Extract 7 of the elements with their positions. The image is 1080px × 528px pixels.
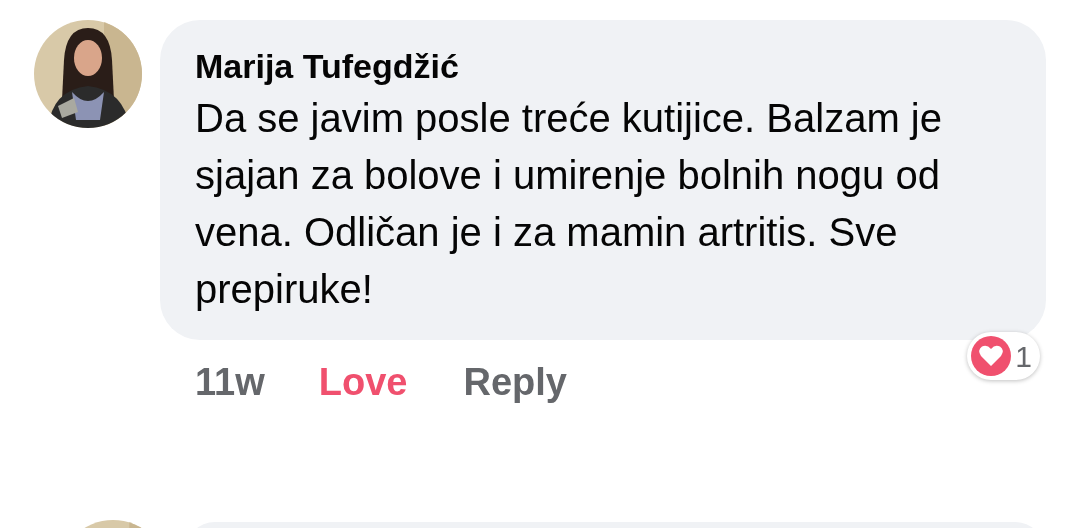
reply-button[interactable]: Reply bbox=[463, 353, 567, 411]
comment-text: Da se javim posle treće kutijice. Balzam je sjajan za bolove i umirenje bolnih nogu od vena. Odličan je i za mamin artritis. Sve prepiruke! bbox=[195, 95, 943, 313]
author-name[interactable]: Marija Tufegdžić bbox=[195, 44, 1006, 88]
reaction-count: 1 bbox=[1015, 338, 1032, 375]
comment-time: 11w bbox=[195, 359, 265, 405]
reaction-count-badge[interactable]: 1 bbox=[967, 332, 1040, 380]
love-button[interactable]: Love bbox=[318, 353, 408, 411]
